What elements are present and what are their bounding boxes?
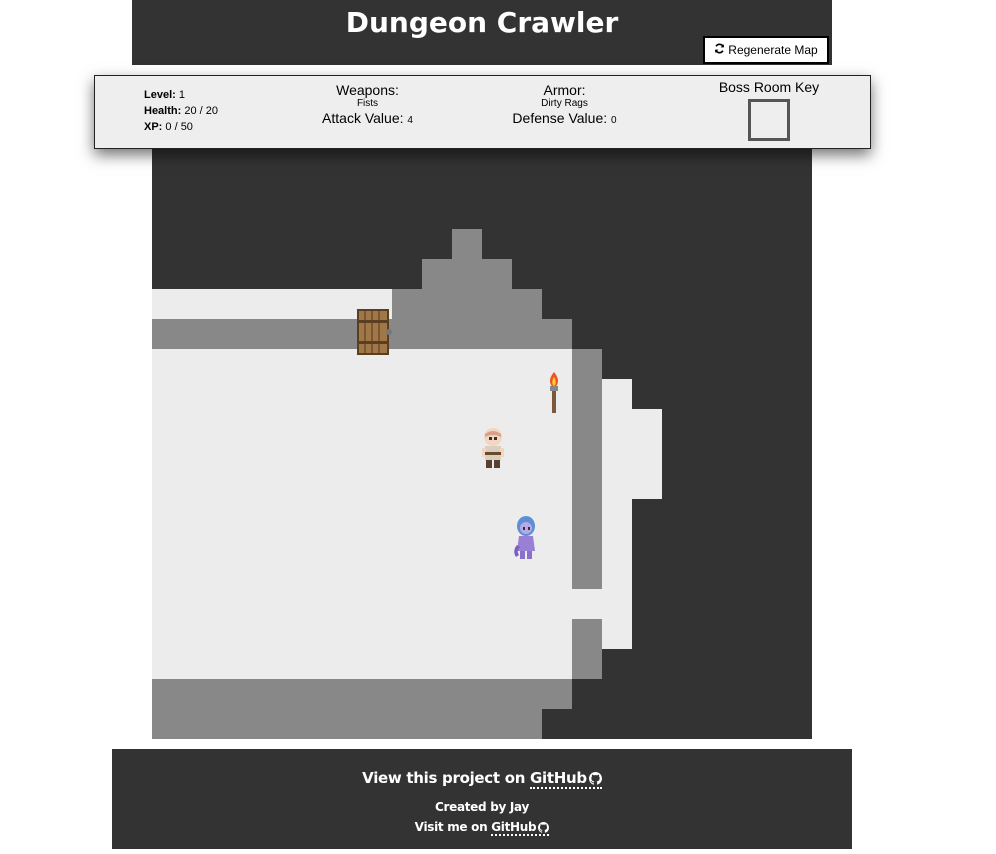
map-tile xyxy=(152,349,572,679)
defense-label: Defense Value: xyxy=(512,110,608,126)
page-title: Dungeon Crawler xyxy=(345,6,619,39)
map-tile xyxy=(572,619,602,679)
map-tile xyxy=(632,409,662,499)
refresh-icon xyxy=(714,43,725,57)
attack-value: 4 xyxy=(407,115,413,126)
map-tile xyxy=(602,379,632,649)
project-line: View this project on GitHub xyxy=(112,769,852,789)
level-value: 1 xyxy=(178,89,185,101)
footer: View this project on GitHub Created by J… xyxy=(112,749,852,849)
boss-key-section: Boss Room Key xyxy=(709,79,829,141)
project-github-link[interactable]: GitHub xyxy=(530,769,602,789)
weapons-section: Weapons: Fists Attack Value: 4 xyxy=(310,82,425,129)
enemy-sprite xyxy=(514,516,535,559)
dungeon-map[interactable] xyxy=(152,149,812,739)
visit-text: Visit me on xyxy=(414,820,488,834)
door-sprite xyxy=(357,309,392,355)
boss-key-slot xyxy=(748,99,790,141)
map-tile xyxy=(572,349,602,589)
map-tile xyxy=(152,709,542,739)
player-stats: Level: 1 Health: 20 / 20 XP: 0 / 50 xyxy=(144,87,218,135)
map-tile xyxy=(452,229,482,259)
regenerate-map-label: Regenerate Map xyxy=(728,43,818,57)
stats-panel: Level: 1 Health: 20 / 20 XP: 0 / 50 Weap… xyxy=(94,75,871,149)
health-value: 20 / 20 xyxy=(184,105,218,117)
github-icon xyxy=(538,822,550,836)
map-tile xyxy=(152,679,572,709)
health-label: Health: xyxy=(144,105,182,117)
regenerate-map-button[interactable]: Regenerate Map xyxy=(703,36,829,64)
boss-key-label: Boss Room Key xyxy=(718,79,820,95)
project-github-label: GitHub xyxy=(530,769,587,787)
torch-sprite xyxy=(550,372,558,413)
visit-line: Visit me on GitHub xyxy=(112,820,852,836)
xp-value: 0 / 50 xyxy=(165,121,193,133)
armor-section: Armor: Dirty Rags Defense Value: 0 xyxy=(502,82,627,129)
weapon-name: Fists xyxy=(356,98,379,109)
github-icon xyxy=(588,771,602,789)
level-label: Level: xyxy=(144,89,176,101)
header-bar: Dungeon Crawler Regenerate Map xyxy=(132,0,832,65)
author-github-label: GitHub xyxy=(491,820,537,834)
author-github-link[interactable]: GitHub xyxy=(491,820,550,836)
map-tile xyxy=(422,259,512,289)
attack-label: Attack Value: xyxy=(322,110,404,126)
map-tile xyxy=(392,289,542,319)
armor-name: Dirty Rags xyxy=(541,98,588,109)
view-project-text: View this project on xyxy=(362,769,526,787)
player-sprite xyxy=(482,428,504,468)
defense-value: 0 xyxy=(611,115,617,126)
xp-label: XP: xyxy=(144,121,163,133)
map-tile xyxy=(572,589,602,619)
created-by: Created by Jay xyxy=(434,800,529,814)
armor-label: Armor: xyxy=(543,82,586,98)
weapons-label: Weapons: xyxy=(336,82,399,98)
